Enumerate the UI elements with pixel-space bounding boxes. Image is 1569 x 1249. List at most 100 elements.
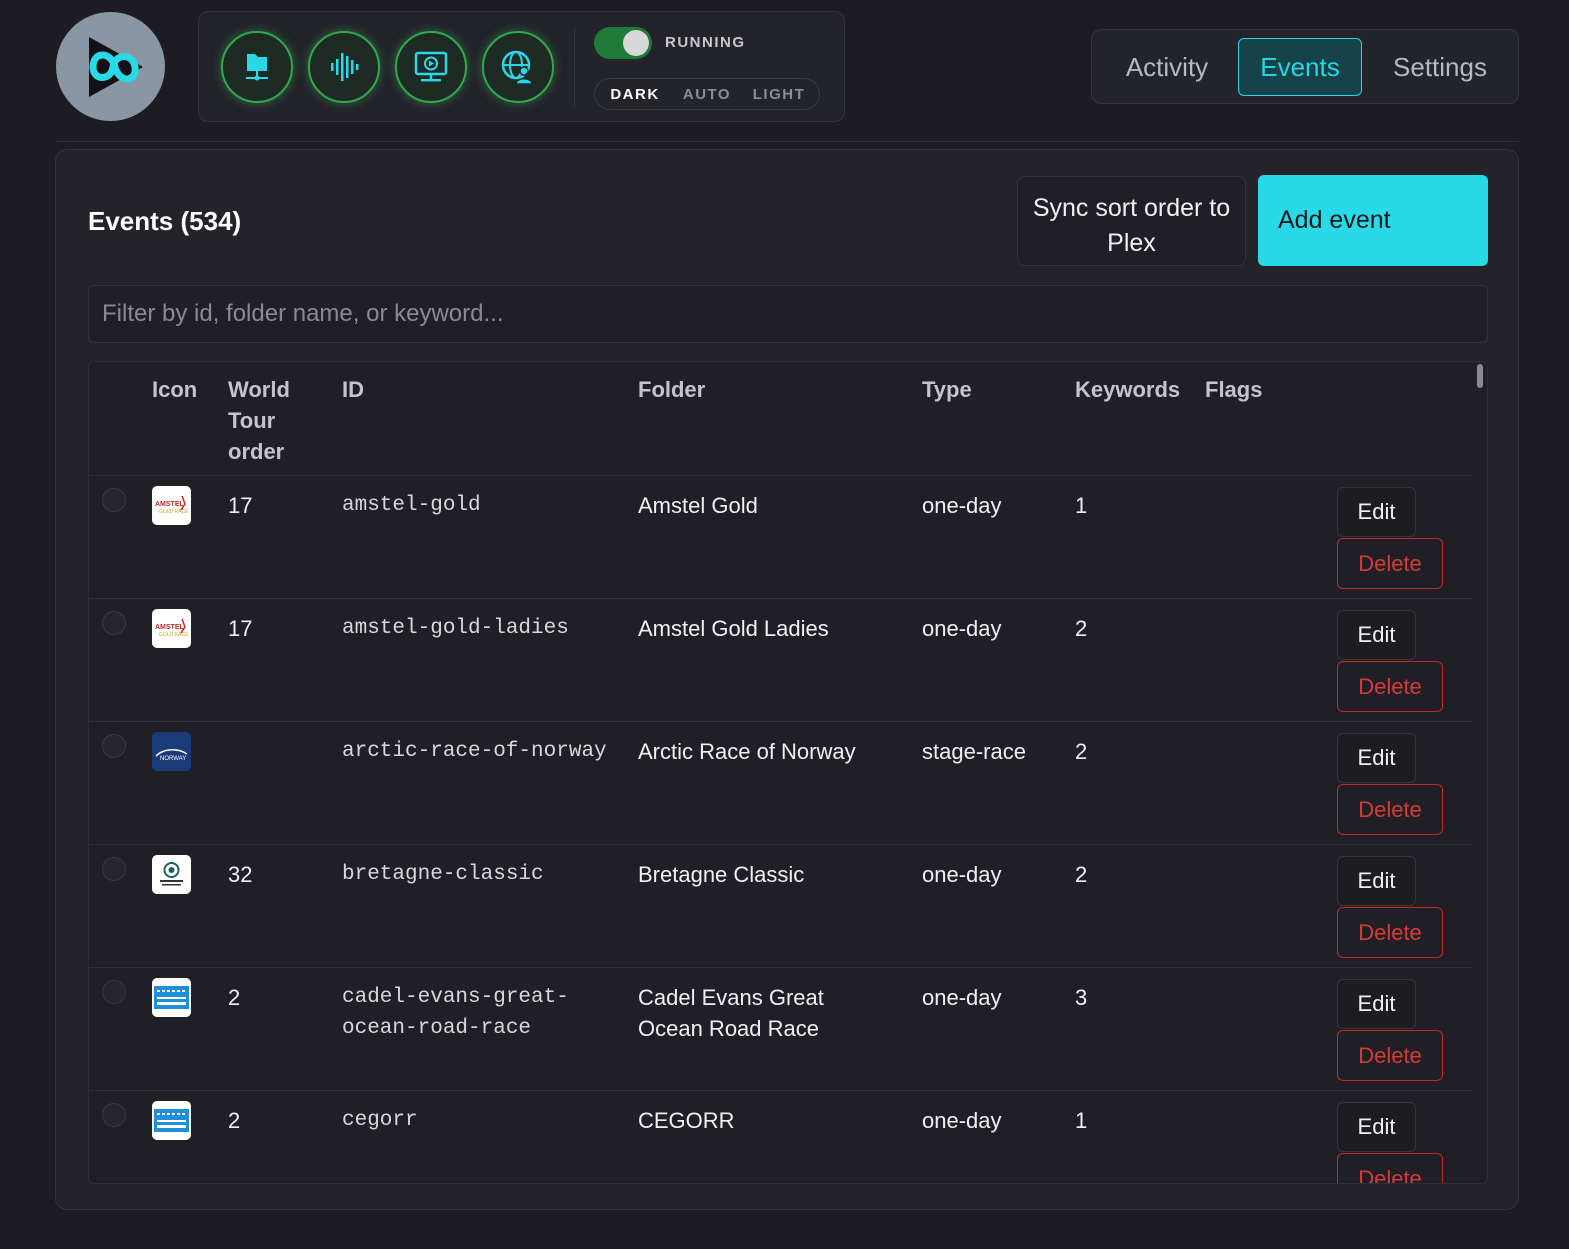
row-select-radio[interactable] bbox=[102, 857, 126, 881]
video-display-button[interactable] bbox=[395, 31, 467, 103]
row-keywords: 3 bbox=[1075, 985, 1088, 1010]
row-select-radio[interactable] bbox=[102, 734, 126, 758]
column-header-icon: Icon bbox=[152, 377, 198, 402]
status-label: RUNNING bbox=[665, 34, 746, 51]
column-header-type: Type bbox=[922, 377, 972, 402]
global-users-icon bbox=[501, 50, 533, 85]
table-row: 32 bretagne-classic Bretagne Classic one… bbox=[89, 845, 1473, 968]
arctic-logo-icon: NORWAY bbox=[152, 732, 191, 771]
theme-option-auto[interactable]: AUTO bbox=[671, 86, 743, 103]
delete-button[interactable]: Delete bbox=[1337, 538, 1443, 589]
toolbar-divider bbox=[574, 28, 575, 106]
cadel-logo-icon bbox=[152, 978, 191, 1017]
column-header-folder: Folder bbox=[638, 377, 706, 402]
svg-text:AMSTEL: AMSTEL bbox=[155, 624, 185, 631]
row-keywords: 2 bbox=[1075, 616, 1088, 641]
row-order: 2 bbox=[228, 1108, 241, 1133]
row-folder: Bretagne Classic bbox=[638, 862, 805, 887]
row-folder: Cadel Evans Great Ocean Road Race bbox=[638, 985, 824, 1041]
row-id: amstel-gold-ladies bbox=[342, 617, 569, 640]
row-id: arctic-race-of-norway bbox=[342, 740, 607, 763]
bretagne-logo-icon bbox=[152, 855, 191, 894]
row-keywords: 1 bbox=[1075, 493, 1088, 518]
delete-button[interactable]: Delete bbox=[1337, 1030, 1443, 1081]
app-logo bbox=[56, 12, 165, 121]
row-select-radio[interactable] bbox=[102, 1103, 126, 1127]
row-folder: Amstel Gold bbox=[638, 493, 758, 518]
scrollbar-thumb[interactable] bbox=[1477, 364, 1483, 388]
tab-activity[interactable]: Activity bbox=[1112, 38, 1222, 96]
row-select-radio[interactable] bbox=[102, 611, 126, 635]
svg-text:GOLD RACE: GOLD RACE bbox=[159, 509, 189, 515]
row-id: cegorr bbox=[342, 1109, 418, 1132]
row-keywords: 2 bbox=[1075, 739, 1088, 764]
row-order: 32 bbox=[228, 862, 253, 887]
row-folder: Amstel Gold Ladies bbox=[638, 616, 829, 641]
amstel-logo-icon: AMSTEL GOLD RACE bbox=[152, 609, 191, 648]
row-select-radio[interactable] bbox=[102, 980, 126, 1004]
running-toggle[interactable] bbox=[594, 27, 652, 59]
delete-button[interactable]: Delete bbox=[1337, 784, 1443, 835]
table-row: 2 cadel-evans-great-ocean-road-race Cade… bbox=[89, 968, 1473, 1091]
filter-input[interactable] bbox=[88, 285, 1488, 343]
row-id: bretagne-classic bbox=[342, 863, 544, 886]
svg-text:NORWAY: NORWAY bbox=[160, 756, 186, 762]
row-keywords: 2 bbox=[1075, 862, 1088, 887]
events-table: Icon World Tour order ID Folder Type Key… bbox=[88, 361, 1488, 1184]
theme-option-light[interactable]: LIGHT bbox=[743, 86, 815, 103]
table-row: AMSTEL GOLD RACE 17 amstel-gold Amstel Go… bbox=[89, 476, 1473, 599]
delete-button[interactable]: Delete bbox=[1337, 661, 1443, 712]
delete-button[interactable]: Delete bbox=[1337, 907, 1443, 958]
theme-option-dark[interactable]: DARK bbox=[599, 86, 671, 103]
table-row: NORWAY arctic-race-of-norway Arctic Race… bbox=[89, 722, 1473, 845]
tab-settings[interactable]: Settings bbox=[1382, 38, 1498, 96]
column-header-world-tour-order: World Tour order bbox=[228, 377, 290, 464]
edit-button[interactable]: Edit bbox=[1337, 610, 1416, 660]
play-infinity-logo-icon bbox=[88, 36, 143, 97]
add-event-button[interactable]: Add event bbox=[1258, 175, 1488, 266]
svg-text:GOLD RACE: GOLD RACE bbox=[159, 632, 189, 638]
header-divider bbox=[56, 141, 1519, 142]
row-folder: Arctic Race of Norway bbox=[638, 739, 856, 764]
edit-button[interactable]: Edit bbox=[1337, 979, 1416, 1029]
toolbar: RUNNING DARK AUTO LIGHT bbox=[198, 11, 845, 122]
row-type: one-day bbox=[922, 493, 1002, 518]
global-users-button[interactable] bbox=[482, 31, 554, 103]
folder-network-button[interactable] bbox=[221, 31, 293, 103]
audio-waveform-icon bbox=[331, 53, 359, 81]
row-order: 2 bbox=[228, 985, 241, 1010]
row-id: amstel-gold bbox=[342, 494, 481, 517]
edit-button[interactable]: Edit bbox=[1337, 733, 1416, 783]
table-scrollbar[interactable] bbox=[1475, 362, 1485, 1183]
audio-waveform-button[interactable] bbox=[308, 31, 380, 103]
edit-button[interactable]: Edit bbox=[1337, 856, 1416, 906]
column-header-id: ID bbox=[342, 377, 364, 402]
delete-button[interactable]: Delete bbox=[1337, 1153, 1443, 1183]
column-header-keywords: Keywords bbox=[1075, 377, 1181, 402]
theme-selector: DARK AUTO LIGHT bbox=[594, 78, 820, 110]
cadel-logo-icon bbox=[152, 1101, 191, 1140]
row-keywords: 1 bbox=[1075, 1108, 1088, 1133]
row-order: 17 bbox=[228, 616, 253, 641]
svg-text:AMSTEL: AMSTEL bbox=[155, 501, 185, 508]
table-row: 2 cegorr CEGORR one-day 1 Edit Delete bbox=[89, 1091, 1473, 1183]
row-type: stage-race bbox=[922, 739, 1026, 764]
sync-sort-order-button[interactable]: Sync sort order to Plex bbox=[1017, 176, 1246, 266]
amstel-logo-icon: AMSTEL GOLD RACE bbox=[152, 486, 191, 525]
tab-events[interactable]: Events bbox=[1238, 38, 1362, 96]
row-select-radio[interactable] bbox=[102, 488, 126, 512]
page-title: Events (534) bbox=[88, 206, 242, 236]
folder-network-icon bbox=[246, 54, 268, 81]
row-id: cadel-evans-great-ocean-road-race bbox=[342, 986, 569, 1040]
row-folder: CEGORR bbox=[638, 1108, 735, 1133]
row-type: one-day bbox=[922, 616, 1002, 641]
video-display-icon bbox=[414, 51, 448, 82]
row-order: 17 bbox=[228, 493, 253, 518]
edit-button[interactable]: Edit bbox=[1337, 487, 1416, 537]
row-type: one-day bbox=[922, 862, 1002, 887]
row-type: one-day bbox=[922, 985, 1002, 1010]
edit-button[interactable]: Edit bbox=[1337, 1102, 1416, 1152]
row-type: one-day bbox=[922, 1108, 1002, 1133]
main-nav: Activity Events Settings bbox=[1091, 29, 1519, 104]
toggle-knob bbox=[623, 30, 649, 56]
